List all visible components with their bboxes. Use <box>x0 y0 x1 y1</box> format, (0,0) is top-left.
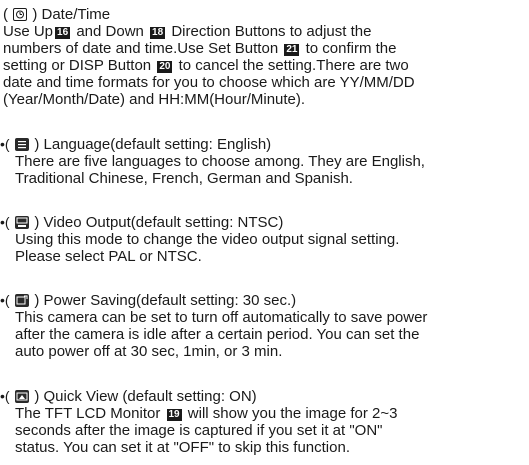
power-saving-heading: •( ) Power Saving(default setting: 30 se… <box>0 292 297 309</box>
date-time-line-5: (Year/Month/Date) and HH:MM(Hour/Minute)… <box>3 91 306 108</box>
language-heading: •( ) Language(default setting: English) <box>0 136 272 153</box>
language-section: •( ) Language(default setting: English) … <box>0 136 525 187</box>
power-saving-icon <box>15 294 30 307</box>
down-button-badge: 18 <box>150 27 166 39</box>
date-time-line-4: date and time formats for you to choose … <box>3 74 415 91</box>
manual-page: ( ) Date/Time Use Up 16 and Down 18 Direc… <box>0 0 529 465</box>
power-saving-section: •( ) Power Saving(default setting: 30 se… <box>0 292 525 360</box>
set-button-badge: 21 <box>284 44 300 56</box>
quick-view-icon <box>15 390 30 403</box>
language-body: There are five languages to choose among… <box>15 153 425 187</box>
up-button-badge: 16 <box>55 27 71 39</box>
date-time-section: ( ) Date/Time Use Up 16 and Down 18 Direc… <box>0 6 525 108</box>
quick-view-body: The TFT LCD Monitor 19 will show you the… <box>0 405 525 456</box>
video-output-icon <box>15 216 30 229</box>
video-output-body: Using this mode to change the video outp… <box>15 231 400 265</box>
disp-button-badge: 20 <box>157 61 173 73</box>
date-time-line-3: setting or DISP Button 20 to cancel the … <box>3 57 409 74</box>
quick-view-line-1: The TFT LCD Monitor 19 will show you the… <box>15 405 398 422</box>
date-time-line-1: Use Up 16 and Down 18 Direction Buttons t… <box>3 23 372 40</box>
date-time-heading: ( ) Date/Time <box>3 6 111 23</box>
quick-view-heading: •( ) Quick View (default setting: ON) <box>0 388 257 405</box>
video-output-section: •( ) Video Output(default setting: NTSC)… <box>0 214 525 265</box>
clock-icon <box>13 8 28 21</box>
quick-view-section: •( ) Quick View (default setting: ON) Th… <box>0 388 525 456</box>
language-menu-icon <box>15 138 30 151</box>
power-saving-body: This camera can be set to turn off autom… <box>15 309 428 360</box>
video-output-heading: •( ) Video Output(default setting: NTSC) <box>0 214 284 231</box>
tft-monitor-badge: 19 <box>166 409 182 421</box>
date-time-body: Use Up 16 and Down 18 Direction Buttons t… <box>0 23 525 108</box>
date-time-line-2: numbers of date and time.Use Set Button … <box>3 40 397 57</box>
